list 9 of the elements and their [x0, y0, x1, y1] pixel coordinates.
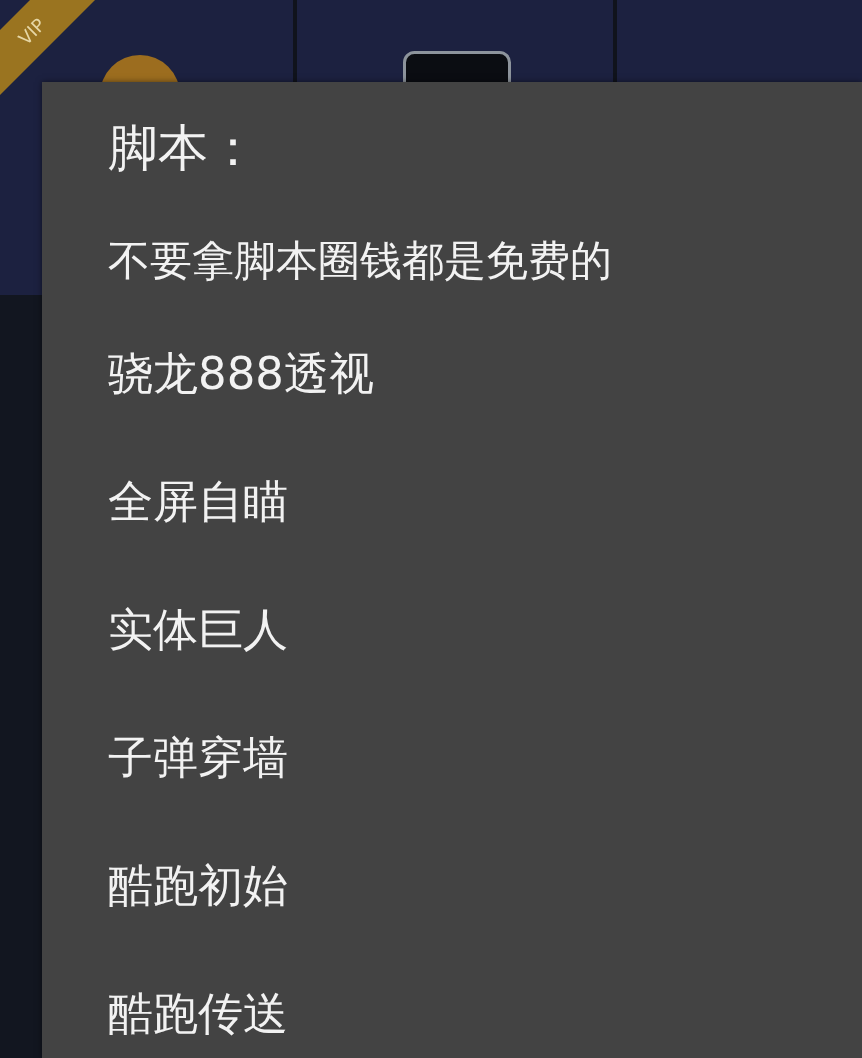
menu-item[interactable]: 全屏自瞄	[108, 479, 288, 525]
menu-item[interactable]: 骁龙888透视	[108, 351, 374, 397]
menu-item[interactable]: 酷跑传送	[108, 991, 288, 1037]
vip-ribbon: VIP	[0, 0, 95, 95]
menu-item[interactable]: 酷跑初始	[108, 863, 288, 909]
dialog-title: 脚本：	[108, 122, 258, 174]
menu-item[interactable]: 实体巨人	[108, 607, 288, 653]
menu-item[interactable]: 子弹穿墙	[108, 735, 288, 781]
dialog-message: 不要拿脚本圈钱都是免费的	[108, 239, 612, 283]
